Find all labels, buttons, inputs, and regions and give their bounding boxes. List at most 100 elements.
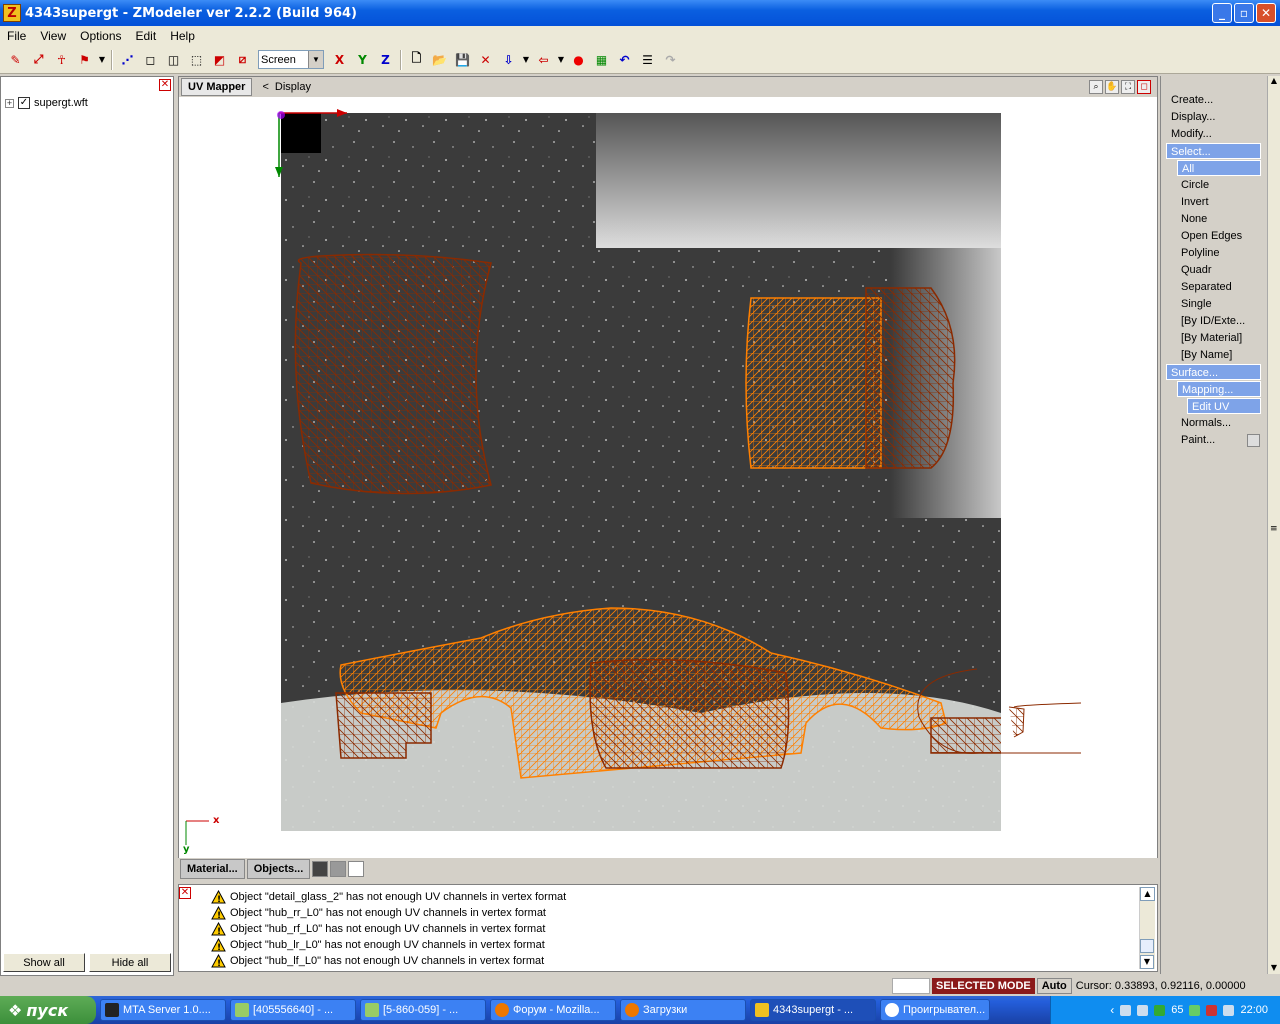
tab-objects[interactable]: Objects... <box>246 859 311 879</box>
cmd-select-by-id[interactable]: [By ID/Exte... <box>1181 313 1245 329</box>
object-mode-icon[interactable]: ⬚ <box>186 49 207 70</box>
cmd-select-all[interactable]: All <box>1177 160 1261 176</box>
task-zmodeler[interactable]: 4343supergt - ... <box>750 999 876 1021</box>
dropdown-arrow-icon[interactable]: ▼ <box>556 49 566 70</box>
cmd-paint[interactable]: Paint... <box>1181 432 1215 448</box>
task-5-860-059[interactable]: [5-860-059] - ... <box>360 999 486 1021</box>
scroll-down-icon[interactable]: ▼ <box>1268 963 1280 972</box>
scroll-thumb[interactable] <box>1140 939 1154 953</box>
tray-monitor-icon[interactable] <box>1137 1004 1149 1016</box>
pick-tool-icon[interactable]: ⤢ <box>28 49 49 70</box>
menu-view[interactable]: View <box>33 29 73 43</box>
cmd-select-quadr[interactable]: Quadr <box>1181 262 1212 278</box>
auto-button[interactable]: Auto <box>1036 978 1072 994</box>
show-all-button[interactable]: Show all <box>3 953 85 972</box>
tab-material[interactable]: Material... <box>180 859 245 879</box>
cmd-normals[interactable]: Normals... <box>1181 415 1231 431</box>
close-button[interactable]: ✕ <box>1256 3 1276 23</box>
tray-icq-icon[interactable] <box>1189 1004 1201 1016</box>
task-downloads[interactable]: Загрузки <box>620 999 746 1021</box>
import-icon[interactable]: ⇩ <box>498 49 519 70</box>
open-folder-icon[interactable]: 📂 <box>429 49 450 70</box>
log-scrollbar[interactable]: ▲ ▼ <box>1139 887 1155 969</box>
multi-tool-icon[interactable]: ⚑ <box>74 49 95 70</box>
menu-options[interactable]: Options <box>73 29 128 43</box>
start-button[interactable]: ❖ пуск <box>0 996 96 1024</box>
cmd-select-none[interactable]: None <box>1181 211 1207 227</box>
render-icon[interactable]: ▦ <box>591 49 612 70</box>
expand-icon[interactable]: + <box>5 98 14 108</box>
cmd-select-by-material[interactable]: [By Material] <box>1181 330 1242 346</box>
minimize-button[interactable]: _ <box>1212 3 1232 23</box>
paint-option-box[interactable] <box>1247 434 1260 447</box>
dropdown-arrow-icon[interactable]: ▼ <box>97 49 107 70</box>
command-panel-scrollbar[interactable]: ▲ ≡ ▼ <box>1267 76 1280 974</box>
menu-file[interactable]: File <box>0 29 33 43</box>
view-select[interactable]: Screen ▼ <box>258 50 324 69</box>
task-mta-server[interactable]: MTA Server 1.0.... <box>100 999 226 1021</box>
swatch-mid[interactable] <box>330 861 347 877</box>
new-file-icon[interactable]: 🗋 <box>406 49 427 70</box>
scroll-up-icon[interactable]: ▲ <box>1268 76 1280 85</box>
swatch-dark[interactable] <box>312 861 329 877</box>
figure-tool-icon[interactable]: ☥ <box>51 49 72 70</box>
close-panel-icon[interactable]: ✕ <box>159 79 171 91</box>
scroll-down-icon[interactable]: ▼ <box>1140 955 1154 969</box>
notes-icon[interactable]: ☰ <box>637 49 658 70</box>
menu-edit[interactable]: Edit <box>129 29 164 43</box>
menu-help[interactable]: Help <box>163 29 202 43</box>
cmd-select-circle[interactable]: Circle <box>1181 177 1209 193</box>
cmd-select-open-edges[interactable]: Open Edges <box>1181 228 1242 244</box>
cmd-edit-uv[interactable]: Edit UV <box>1187 398 1261 414</box>
vertex-mode-icon[interactable]: ⋰ <box>117 49 138 70</box>
cmd-surface[interactable]: Surface... <box>1166 364 1261 380</box>
window-title: 4343supergt - ZModeler ver 2.2.2 (Build … <box>25 5 357 21</box>
cmd-select-polyline[interactable]: Polyline <box>1181 245 1220 261</box>
cmd-mapping[interactable]: Mapping... <box>1177 381 1261 397</box>
visibility-checkbox[interactable]: ✓ <box>18 97 30 109</box>
zmodeler-icon <box>755 1003 769 1017</box>
tray-number[interactable]: 65 <box>1171 1004 1183 1016</box>
delete-icon[interactable]: ✕ <box>475 49 496 70</box>
edge-mode-icon[interactable]: ◻ <box>140 49 161 70</box>
dropdown-arrow-icon[interactable]: ▼ <box>521 49 531 70</box>
axis-z-button[interactable]: Z <box>375 49 396 70</box>
cmd-modify[interactable]: Modify... <box>1171 126 1212 142</box>
scroll-up-icon[interactable]: ▲ <box>1140 887 1155 901</box>
tray-expand-icon[interactable]: ‹ <box>1110 1003 1114 1017</box>
cmd-select-invert[interactable]: Invert <box>1181 194 1209 210</box>
tree-item[interactable]: + ✓ supergt.wft <box>5 97 88 109</box>
axis-y-button[interactable]: Y <box>352 49 373 70</box>
cmd-create[interactable]: Create... <box>1171 92 1213 108</box>
element-mode-icon[interactable]: ⧄ <box>232 49 253 70</box>
task-player[interactable]: Проигрывател... <box>880 999 990 1021</box>
surface-mode-icon[interactable]: ◩ <box>209 49 230 70</box>
tray-mute-icon[interactable] <box>1206 1004 1218 1016</box>
tray-volume-icon[interactable] <box>1223 1004 1235 1016</box>
face-mode-icon[interactable]: ◫ <box>163 49 184 70</box>
maximize-button[interactable]: ▫ <box>1234 3 1254 23</box>
select-tool-icon[interactable]: ✎ <box>5 49 26 70</box>
cmd-select-separated[interactable]: Separated <box>1181 279 1232 295</box>
selected-mode-badge[interactable]: SELECTED MODE <box>932 978 1035 994</box>
axis-x-button[interactable]: X <box>329 49 350 70</box>
task-405556640[interactable]: [405556640] - ... <box>230 999 356 1021</box>
overlay-svg <box>185 109 1082 845</box>
hide-all-button[interactable]: Hide all <box>89 953 171 972</box>
swatch-light[interactable] <box>348 861 365 877</box>
task-label: Загрузки <box>643 1004 688 1016</box>
redo-icon[interactable]: ↷ <box>660 49 681 70</box>
record-icon[interactable]: ● <box>568 49 589 70</box>
undo-icon[interactable]: ↶ <box>614 49 635 70</box>
tray-network-icon[interactable] <box>1120 1004 1132 1016</box>
save-icon[interactable]: 💾 <box>452 49 473 70</box>
tray-av-icon[interactable] <box>1154 1004 1166 1016</box>
toolbar-separator <box>111 49 113 70</box>
cmd-select-single[interactable]: Single <box>1181 296 1212 312</box>
cmd-select-by-name[interactable]: [By Name] <box>1181 347 1232 363</box>
cmd-display[interactable]: Display... <box>1171 109 1215 125</box>
cmd-select[interactable]: Select... <box>1166 143 1261 159</box>
scroll-grip-icon[interactable]: ≡ <box>1270 524 1278 534</box>
export-icon[interactable]: ⇦ <box>533 49 554 70</box>
task-forum-mozilla[interactable]: Форум - Mozilla... <box>490 999 616 1021</box>
